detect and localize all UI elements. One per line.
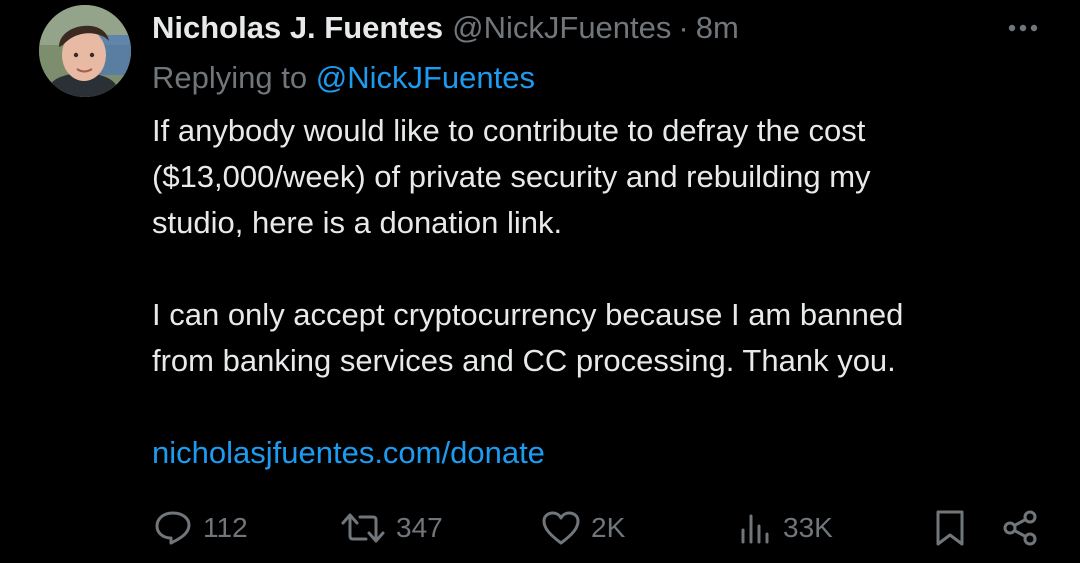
reply-count: 112 bbox=[203, 512, 248, 543]
tweet-text-line: I can only accept cryptocurrency because… bbox=[152, 297, 904, 332]
avatar[interactable] bbox=[39, 5, 131, 97]
replying-prefix: Replying to bbox=[152, 60, 308, 95]
user-handle[interactable]: @NickJFuentes bbox=[452, 8, 671, 48]
replying-to: Replying to @NickJFuentes bbox=[152, 58, 535, 98]
repost-arrows-icon bbox=[340, 510, 386, 546]
more-horizontal-icon bbox=[1008, 24, 1038, 32]
tweet-header: Nicholas J. Fuentes @NickJFuentes · 8m bbox=[152, 8, 739, 48]
tweet-text-line: If anybody would like to contribute to d… bbox=[152, 113, 866, 148]
views-button[interactable]: 33K bbox=[737, 500, 833, 556]
tweet-text: If anybody would like to contribute to d… bbox=[152, 108, 1052, 476]
heart-icon bbox=[541, 510, 581, 546]
action-bar: 112 347 2K 33K bbox=[0, 500, 1080, 556]
replying-handle-link[interactable]: @NickJFuentes bbox=[316, 60, 535, 95]
tweet-text-line: from banking services and CC processing.… bbox=[152, 343, 896, 378]
tweet-text-line: studio, here is a donation link. bbox=[152, 205, 563, 240]
bookmark-button[interactable] bbox=[933, 500, 967, 556]
share-button[interactable] bbox=[1000, 500, 1040, 556]
more-options-button[interactable] bbox=[1003, 18, 1043, 38]
reply-bubble-icon bbox=[153, 509, 193, 547]
repost-button[interactable]: 347 bbox=[340, 500, 443, 556]
bookmark-icon bbox=[933, 508, 967, 548]
views-count: 33K bbox=[783, 512, 833, 543]
tweet-card: Nicholas J. Fuentes @NickJFuentes · 8m R… bbox=[0, 0, 1080, 563]
donate-link[interactable]: nicholasjfuentes.com/donate bbox=[152, 430, 1052, 476]
like-count: 2K bbox=[591, 512, 626, 543]
reply-button[interactable]: 112 bbox=[153, 500, 248, 556]
views-bar-chart-icon bbox=[737, 510, 773, 546]
share-icon bbox=[1000, 508, 1040, 548]
repost-count: 347 bbox=[396, 512, 443, 543]
like-button[interactable]: 2K bbox=[541, 500, 625, 556]
tweet-text-line: ($13,000/week) of private security and r… bbox=[152, 159, 871, 194]
avatar-image bbox=[39, 5, 131, 97]
separator-dot: · bbox=[678, 10, 689, 45]
timestamp[interactable]: 8m bbox=[696, 8, 739, 48]
display-name[interactable]: Nicholas J. Fuentes bbox=[152, 8, 443, 48]
